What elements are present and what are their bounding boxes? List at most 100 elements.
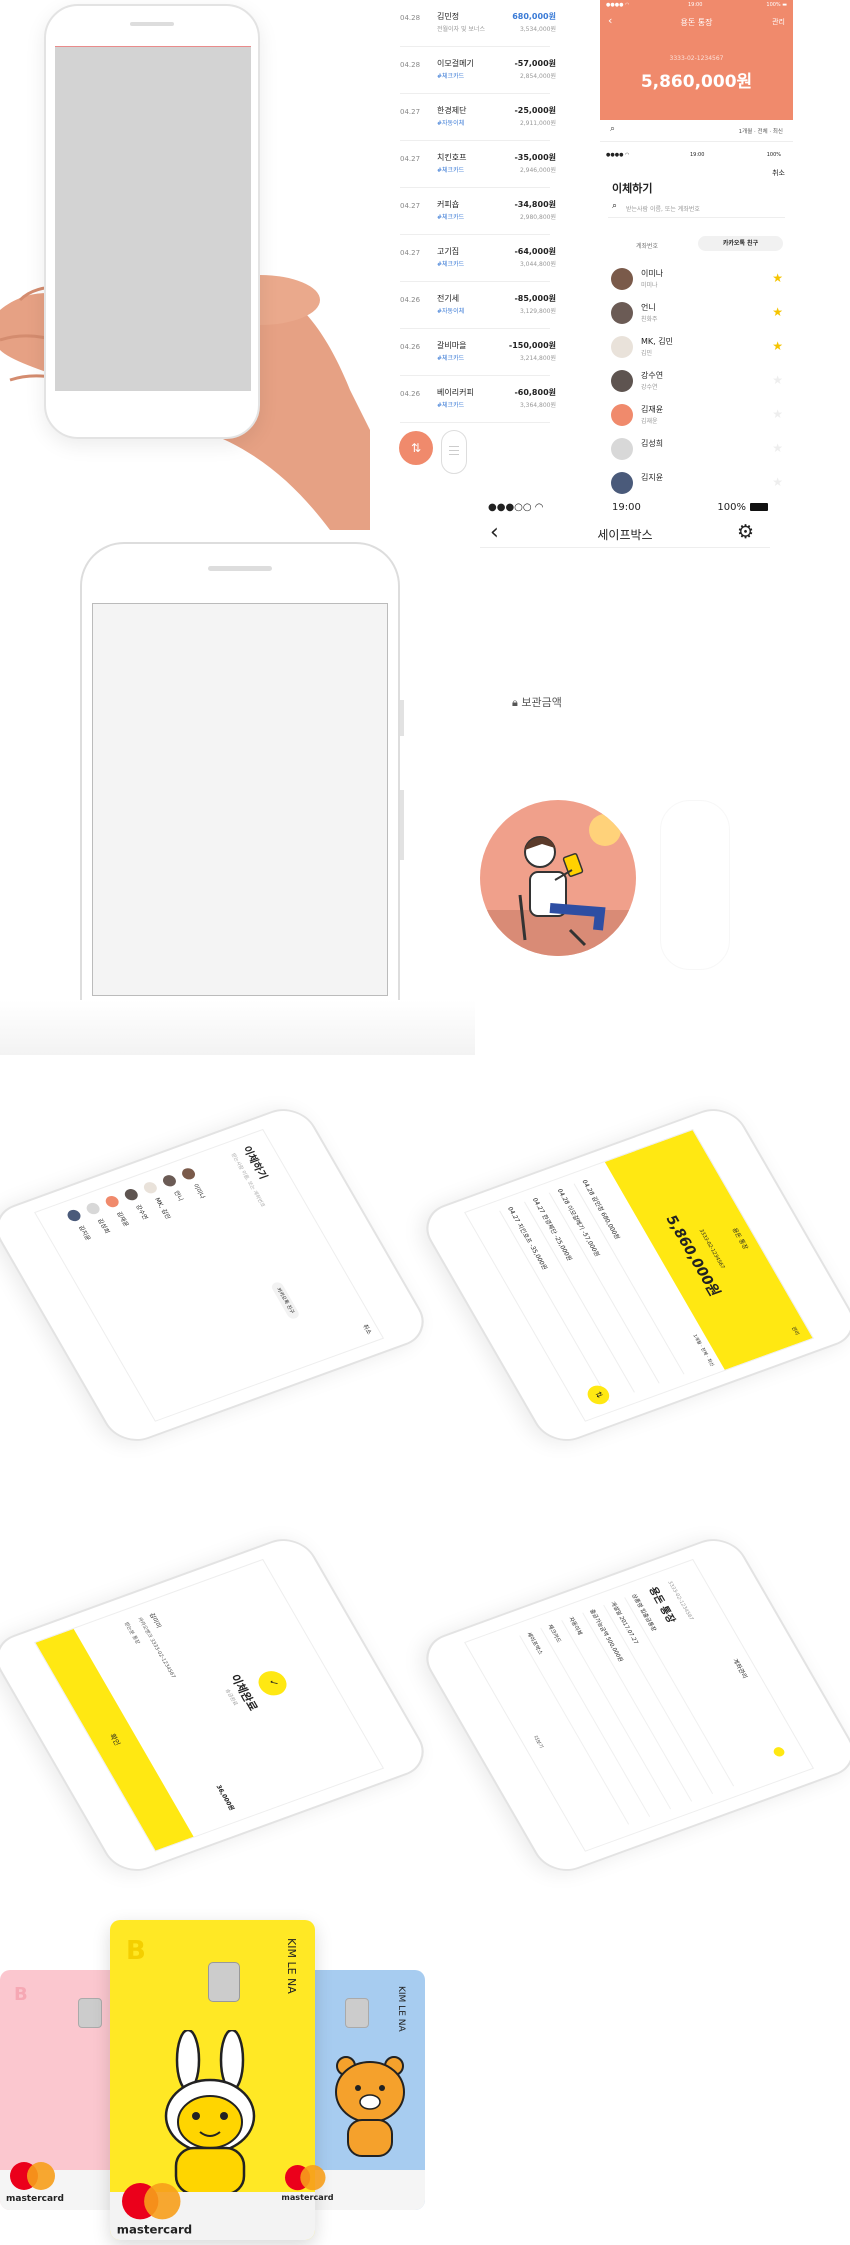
tx-date: 04.28	[400, 61, 421, 69]
phone-screen-large	[92, 603, 388, 996]
star-icon[interactable]: ★	[772, 373, 783, 387]
star-icon[interactable]: ★	[772, 339, 783, 353]
transaction-row[interactable]: 04.27 커피숍 #체크카드 -34,800원 2,980,800원	[400, 188, 556, 235]
settings-gear-icon[interactable]: ⚙	[737, 521, 754, 543]
tx-balance: 3,214,800원	[519, 355, 556, 362]
menu-pill-button[interactable]	[441, 430, 467, 474]
tx-balance: 2,946,000원	[519, 167, 556, 174]
muzi-rabbit-character	[164, 2030, 256, 2196]
tx-date: 04.26	[400, 343, 421, 351]
transaction-row[interactable]: 04.28 김민정 전월이자 및 보너스 680,000원 3,534,000원	[400, 0, 556, 47]
transaction-row[interactable]: 04.28 이모걸메기 #체크카드 -57,000원 2,854,000원	[400, 47, 556, 94]
avatar	[84, 1201, 102, 1216]
friend-row[interactable]: 김재윤 김재윤 ★	[605, 398, 795, 432]
tx-balance: 3,534,000원	[519, 26, 556, 33]
tx-balance: 2,911,000원	[519, 120, 556, 127]
tx-date: 04.27	[400, 108, 421, 116]
star-icon[interactable]: ★	[772, 407, 783, 421]
avatar	[160, 1173, 179, 1189]
card-holder-yellow: KIM LE NA	[285, 1938, 298, 1994]
tx-amount: -85,000원	[514, 294, 556, 303]
tx-amount: -34,800원	[514, 200, 556, 209]
tx-tag: #체크카드	[437, 261, 465, 268]
friend-sub: 미미나	[641, 282, 658, 289]
transaction-row[interactable]: 04.26 베이리커피 #체크카드 -60,800원 3,364,800원	[400, 376, 556, 423]
friend-sub: 강수연	[641, 384, 658, 391]
battery-icon	[750, 503, 768, 511]
tx-amount: -35,000원	[514, 153, 556, 162]
tx-name: 전기세	[437, 294, 460, 303]
mastercard-text: mastercard	[116, 2224, 193, 2238]
friend-row[interactable]: 김성희 ★	[605, 432, 795, 466]
mastercard-text: mastercard	[281, 2193, 334, 2203]
p1-friend-name: 이미나	[191, 1182, 207, 1200]
avatar	[611, 370, 633, 392]
tx-tag: #체크카드	[437, 214, 465, 221]
transfer-title: 이체하기	[612, 182, 653, 195]
transaction-row[interactable]: 04.27 한경제단 #자동이체 -25,000원 2,911,000원	[400, 94, 556, 141]
star-icon[interactable]: ★	[772, 305, 783, 319]
tx-balance: 3,364,800원	[519, 402, 556, 409]
mastercard-text: mastercard	[6, 2194, 64, 2204]
avatar	[141, 1180, 160, 1195]
friend-name: 언니	[641, 303, 656, 312]
transfer-search-input[interactable]: ⌕ 받는사람 이름, 또는 계좌번호	[608, 198, 785, 218]
manage-link[interactable]: 관리	[772, 17, 785, 27]
p1-cancel[interactable]: 취소	[361, 1323, 375, 1336]
friend-name: MK, 김민	[641, 337, 673, 346]
friend-row[interactable]: 이미나 미미나 ★	[605, 262, 795, 296]
star-icon[interactable]: ★	[772, 271, 783, 285]
tab-kakao-friends[interactable]: 카카오톡 친구	[698, 236, 783, 251]
friend-row[interactable]: 언니 친화주 ★	[605, 296, 795, 330]
status-battery: 100%	[717, 502, 746, 513]
fab-transfer-button[interactable]: ⇅	[399, 431, 433, 465]
ryan-character	[335, 2056, 405, 2157]
tx-name: 커피숍	[437, 200, 460, 209]
safebox-nav: ‹ 세이프박스 ⚙	[480, 518, 770, 548]
tx-tag: #자동이체	[437, 120, 465, 127]
tx-date: 04.26	[400, 390, 421, 398]
stored-label-text: 보관금액	[521, 696, 562, 709]
status-time: 19:00	[612, 502, 641, 513]
p1-friend-name: 김지윤	[76, 1224, 92, 1242]
account-header: ●●●● ◠ 19:00 100% ▬ ‹ 용돈 통장 관리 3333-02-1…	[600, 0, 793, 120]
tx-tag: 전월이자 및 보너스	[437, 26, 485, 33]
transaction-row[interactable]: 04.27 치킨호프 #체크카드 -35,000원 2,946,000원	[400, 141, 556, 188]
tx-name: 한경제단	[437, 106, 467, 115]
p1-friend-name: 김성희	[95, 1217, 111, 1235]
card-chip	[208, 1962, 240, 2002]
tx-tag: #체크카드	[437, 73, 465, 80]
filter-select[interactable]: 1개월 · 전체 · 최신	[739, 127, 783, 135]
phone-screen-hand	[55, 46, 251, 391]
account-title: 용돈 통장	[680, 18, 713, 27]
cancel-button[interactable]: 취소	[772, 168, 785, 178]
phone-speaker	[208, 566, 272, 571]
friend-sub: 친화주	[641, 316, 658, 323]
star-icon[interactable]: ★	[772, 441, 783, 455]
friend-row[interactable]: MK, 김민 김민 ★	[605, 330, 795, 364]
avatar	[179, 1166, 198, 1182]
transaction-row[interactable]: 04.26 갈비마을 #체크카드 -150,000원 3,214,800원	[400, 329, 556, 376]
p1-tab[interactable]: 카카오톡 친구	[269, 1280, 301, 1321]
phone-side-button	[400, 700, 404, 736]
status-battery: 100%	[766, 152, 781, 158]
friend-row[interactable]: 김지윤 ★	[605, 466, 795, 500]
p1-friend[interactable]: 언니	[160, 1173, 187, 1202]
tilted-phone-manage: 계좌관리 3333-02-1234567 용돈 통장 상품명 입출금통장 개설일 …	[415, 1530, 850, 1880]
friend-row[interactable]: 강수연 강수연 ★	[605, 364, 795, 398]
friend-sub: 김재윤	[641, 418, 658, 425]
tx-date: 04.26	[400, 296, 421, 304]
tx-amount: -64,000원	[514, 247, 556, 256]
safebox-title: 세이프박스	[597, 528, 653, 542]
tx-amount: -150,000원	[508, 341, 556, 350]
tab-account-number[interactable]: 계좌번호	[636, 241, 658, 250]
search-icon[interactable]: ⌕	[610, 124, 615, 134]
tx-name: 치킨호프	[437, 153, 467, 162]
friend-sub: 김민	[641, 350, 653, 357]
tx-date: 04.27	[400, 155, 421, 163]
transaction-row[interactable]: 04.27 고기집 #체크카드 -64,000원 3,044,800원	[400, 235, 556, 282]
transaction-row[interactable]: 04.26 전기세 #자동이체 -85,000원 3,129,800원	[400, 282, 556, 329]
star-icon[interactable]: ★	[772, 475, 783, 489]
tx-amount: -25,000원	[514, 106, 556, 115]
section-fade	[0, 1000, 475, 1055]
